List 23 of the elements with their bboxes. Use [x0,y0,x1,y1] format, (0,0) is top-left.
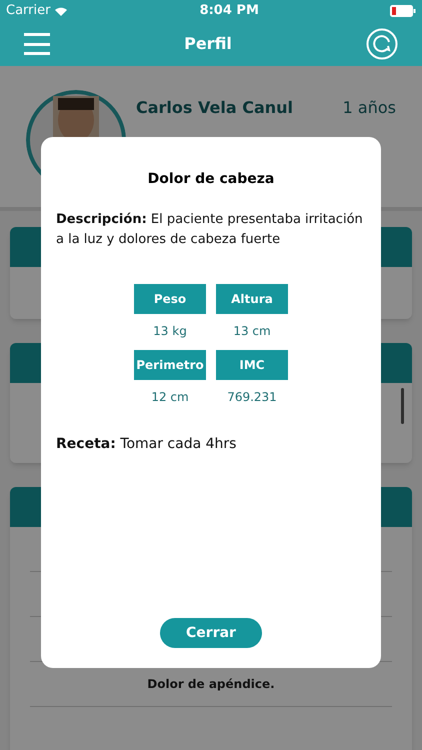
patient-age: 1 años [342,97,396,119]
nav-title: Perfil [184,33,232,55]
menu-button[interactable] [24,33,50,55]
status-time: 8:04 PM [200,2,259,20]
battery-icon [390,5,416,17]
measure-label: Peso [134,284,206,314]
diagnosis-label[interactable]: Dolor de apéndice. [147,675,275,693]
refresh-icon[interactable] [366,28,398,60]
measure-value: 769.231 [227,389,277,406]
measure-value: 13 kg [153,323,187,340]
measure-value: 12 cm [151,389,189,406]
carrier-label: Carrier [6,2,50,20]
modal-title: Dolor de cabeza [146,170,276,189]
measure-label: Altura [216,284,288,314]
measure-value: 13 cm [233,323,271,340]
wifi-icon [54,6,68,16]
patient-name: Carlos Vela Canul [136,97,294,119]
description-text: Descripción: El paciente presentaba irritación a la luz y dolores de cabeza fuerte [56,211,364,249]
measure-label: IMC [216,350,288,380]
prescription-text: Receta: Tomar cada 4hrs [56,435,238,454]
scroll-indicator [401,388,404,424]
close-button[interactable]: Cerrar [160,618,262,648]
measure-label: Perimetro [134,350,206,380]
